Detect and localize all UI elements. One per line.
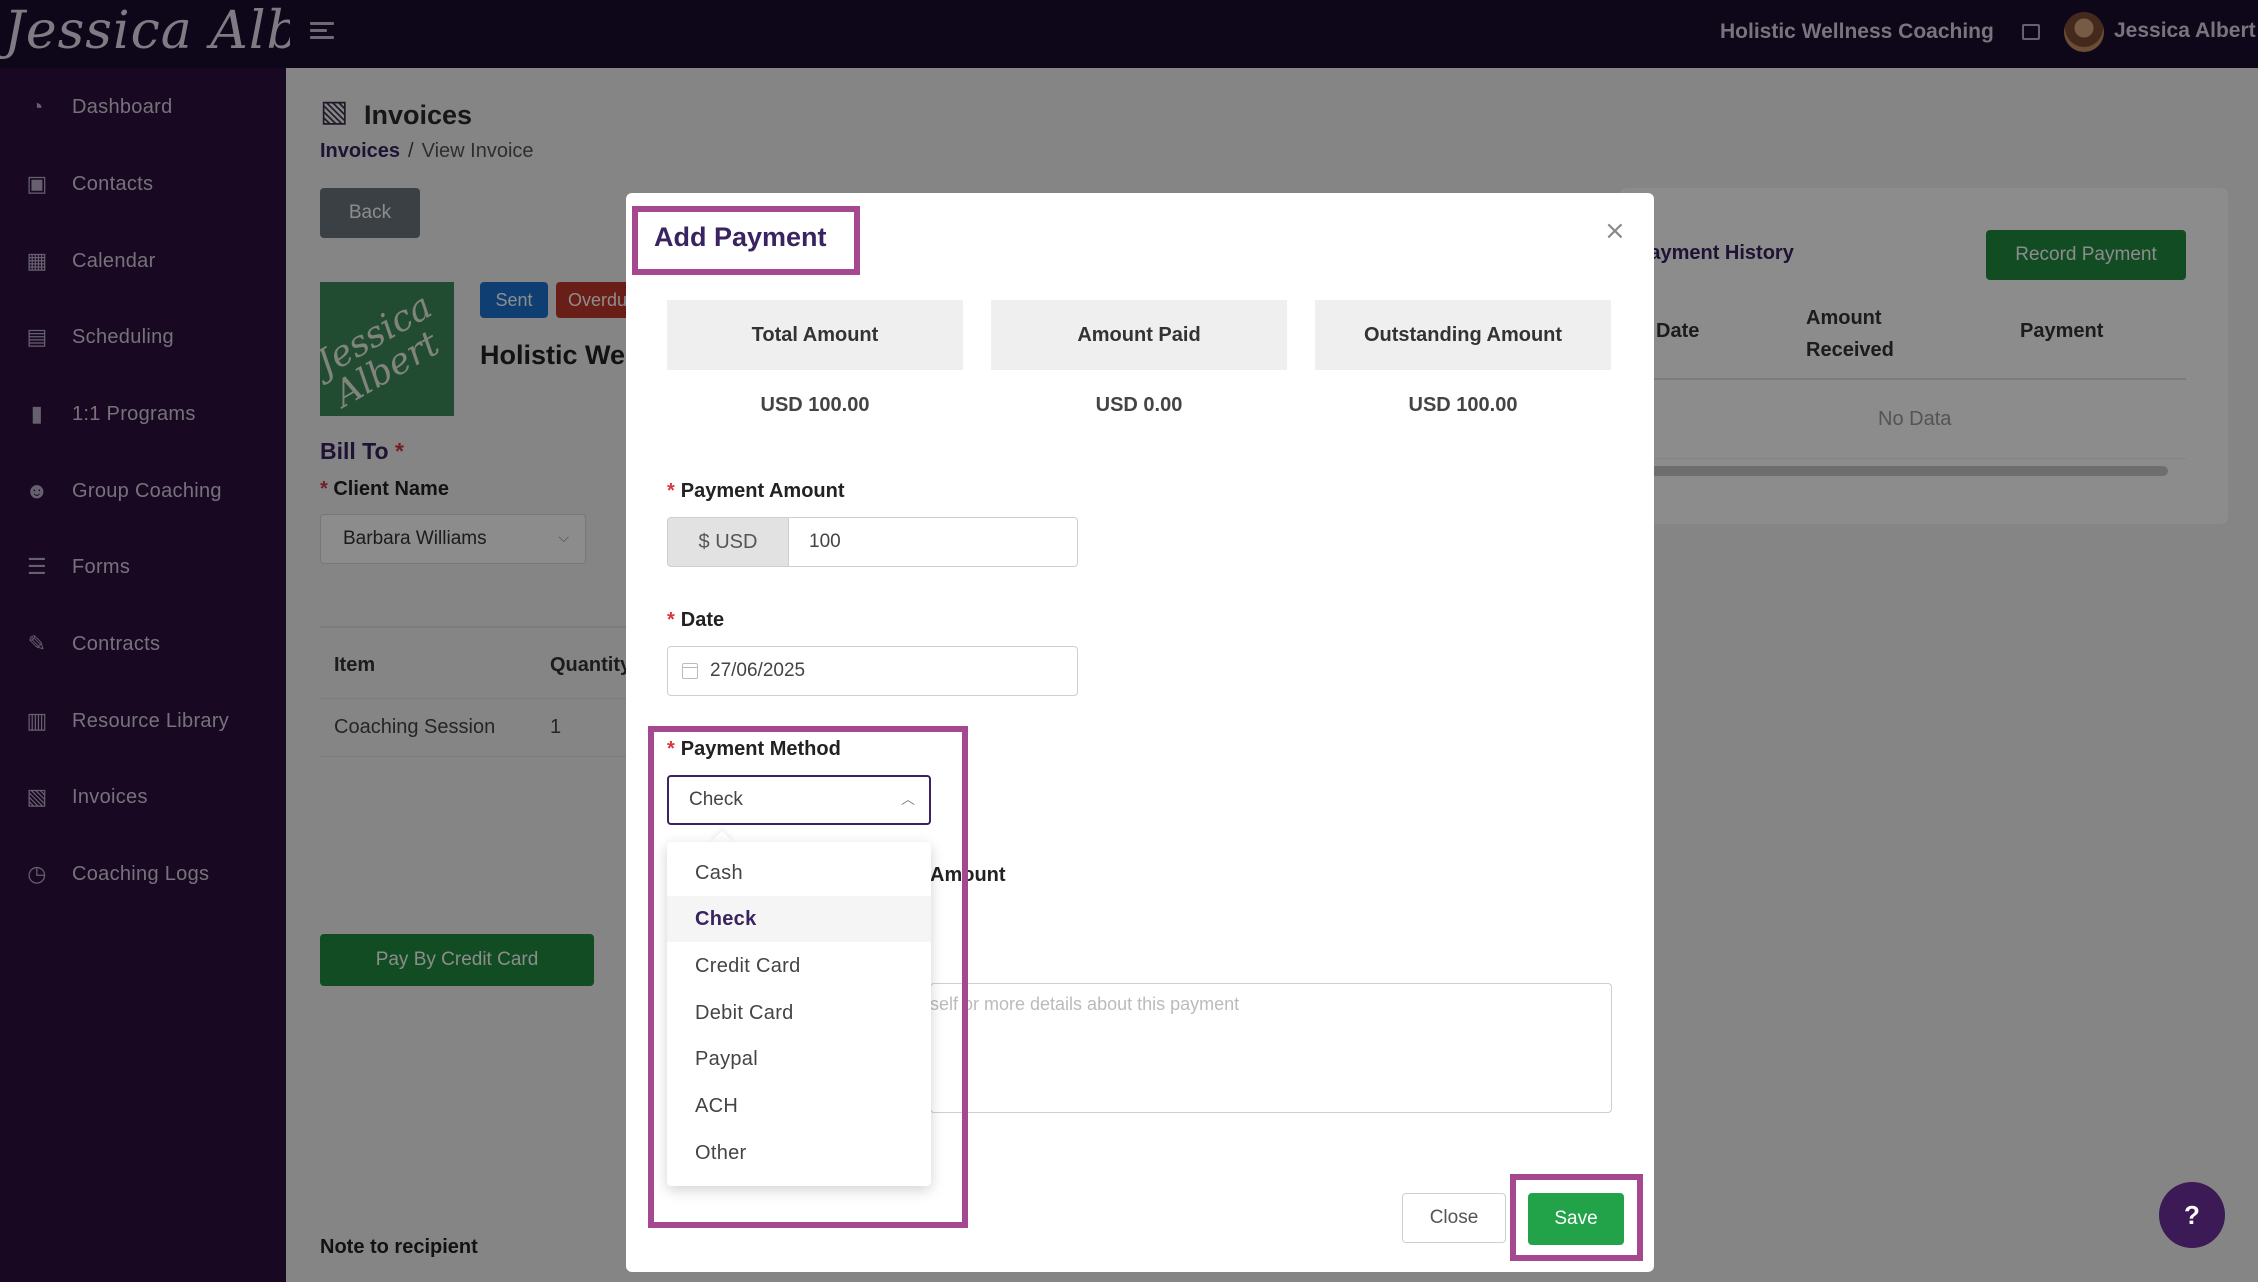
close-icon[interactable]: × [1604,216,1626,246]
date-picker-input[interactable]: 27/06/2025 [667,646,1078,696]
highlight-frame-save [1510,1174,1643,1261]
date-label: * Date [667,609,725,631]
summary-paid-label: Amount Paid [991,300,1287,370]
highlight-frame-title [632,206,860,275]
notes-placeholder: self or more details about this payment [930,994,1240,1014]
help-button[interactable]: ? [2159,1182,2225,1248]
date-value: 27/06/2025 [710,660,806,681]
summary-total-value: USD 100.00 [760,394,870,416]
summary-outstanding-value: USD 100.00 [1408,394,1518,416]
calendar-icon [682,663,698,679]
highlight-frame-payment-method [648,726,968,1228]
payment-amount-input[interactable] [788,517,1078,567]
currency-addon: $ USD [667,517,789,567]
payment-amount-label: * Payment Amount [667,480,845,502]
summary-paid-value: USD 0.00 [1095,394,1183,416]
summary-total-label: Total Amount [667,300,963,370]
close-button[interactable]: Close [1402,1193,1506,1243]
summary-outstanding-label: Outstanding Amount [1315,300,1611,370]
